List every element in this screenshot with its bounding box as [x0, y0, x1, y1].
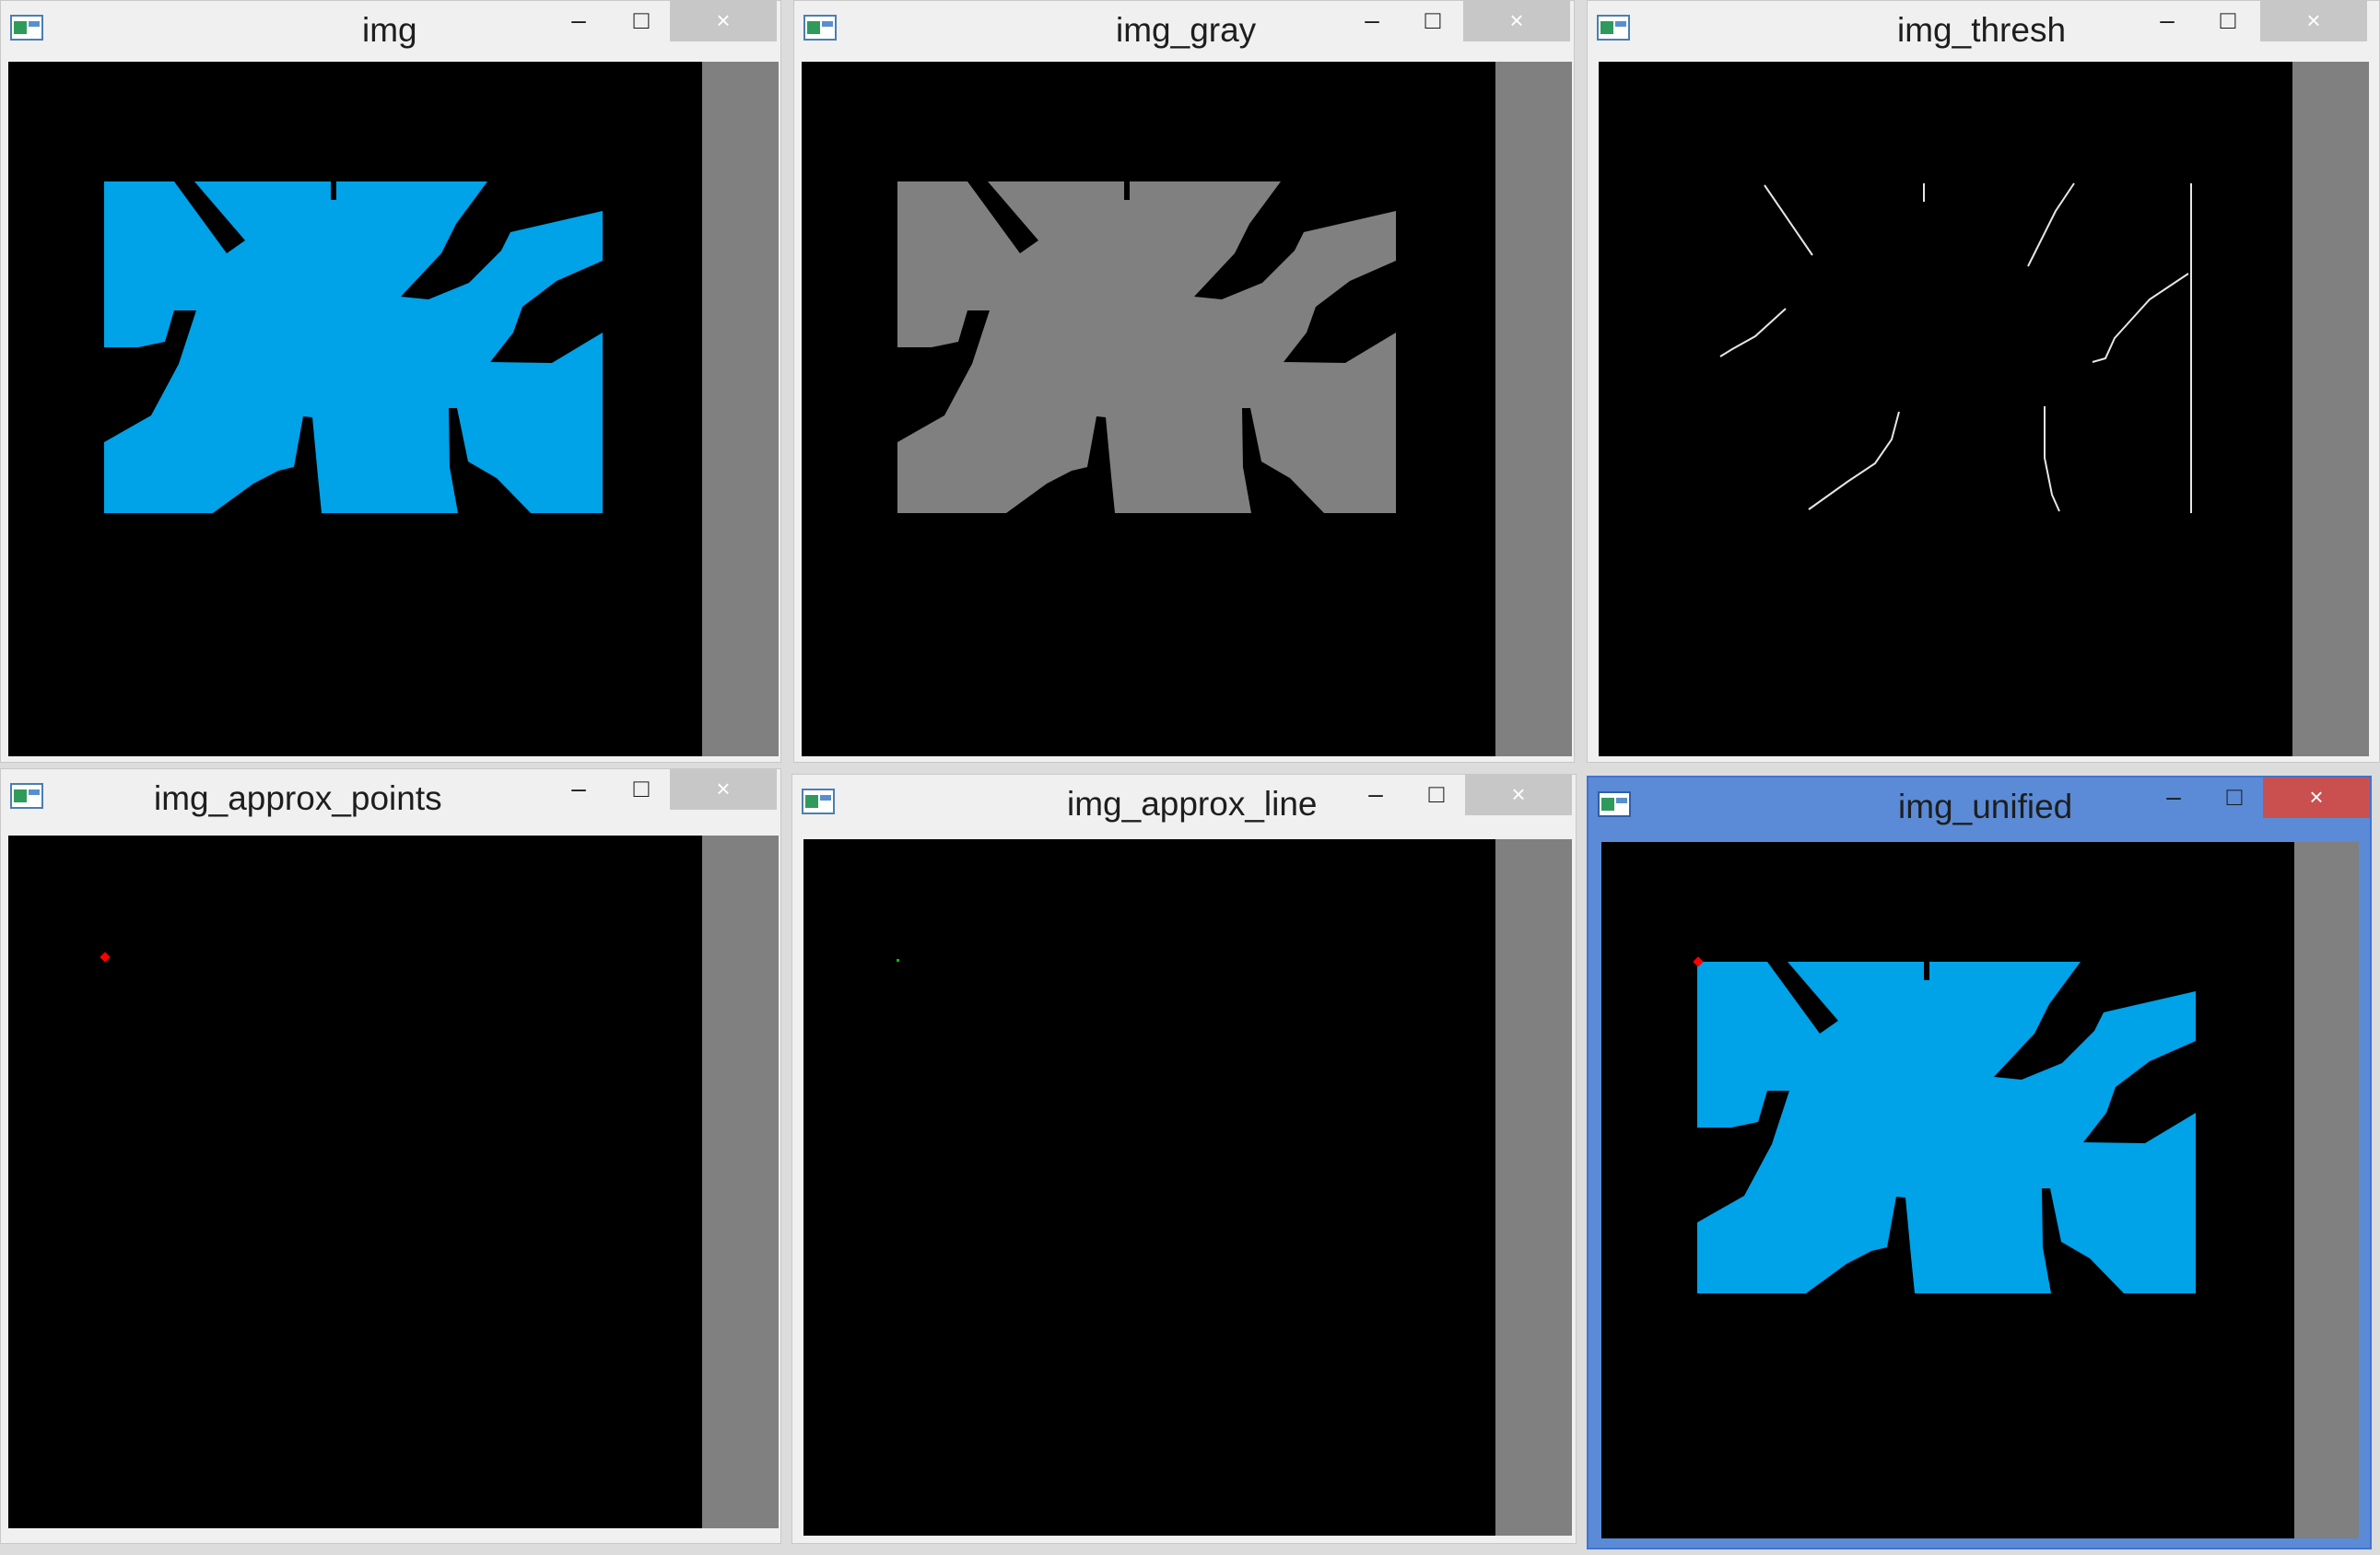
edge-diagonal-left	[1764, 184, 1813, 256]
titlebar[interactable]: img_approx_line – □ ×	[792, 775, 1576, 834]
image-viewport	[1601, 842, 2359, 1538]
edge-upper-curve	[2027, 182, 2075, 267]
window-title: img	[362, 11, 417, 49]
image-viewport	[1599, 62, 2369, 756]
image-canvas	[8, 62, 701, 756]
window-title: img_thresh	[1897, 11, 2067, 49]
scroll-gutter	[702, 836, 779, 1528]
image-canvas	[1599, 62, 2292, 756]
image-viewport	[8, 62, 779, 756]
app-window-icon	[1597, 15, 1630, 41]
approx-point-red	[100, 952, 111, 963]
minimize-button[interactable]: –	[1349, 775, 1402, 815]
close-button[interactable]: ×	[2260, 1, 2367, 41]
minimize-button[interactable]: –	[2140, 1, 2194, 41]
edge-bottom-right-curve	[2044, 406, 2060, 512]
app-window-icon	[803, 15, 837, 41]
shape-image	[104, 181, 603, 513]
window-title: img_approx_points	[154, 779, 442, 817]
scroll-gutter	[702, 62, 779, 756]
close-button[interactable]: ×	[670, 769, 777, 810]
window-img[interactable]: img – □ ×	[0, 0, 781, 763]
window-title: img_gray	[1116, 11, 1257, 49]
maximize-button[interactable]: □	[1410, 775, 1463, 815]
close-button[interactable]: ×	[1465, 775, 1572, 815]
edge-image	[1719, 182, 2192, 513]
scroll-gutter	[2294, 842, 2359, 1538]
window-title: img_unified	[1898, 788, 2073, 825]
image-viewport	[8, 836, 779, 1528]
window-img-approx-points[interactable]: img_approx_points – □ ×	[0, 768, 781, 1544]
window-img-thresh[interactable]: img_thresh – □ ×	[1587, 0, 2380, 763]
titlebar[interactable]: img_approx_points – □ ×	[1, 769, 780, 828]
scroll-gutter	[1495, 839, 1572, 1536]
titlebar[interactable]: img_gray – □ ×	[794, 1, 1574, 60]
image-canvas	[1601, 842, 2294, 1538]
close-button[interactable]: ×	[1463, 1, 1570, 41]
approx-point-green	[897, 959, 899, 962]
image-canvas	[8, 836, 701, 1528]
app-window-icon	[10, 783, 43, 809]
unified-image	[1693, 956, 2196, 1293]
gray-shape	[897, 181, 1396, 513]
window-img-gray[interactable]: img_gray – □ ×	[793, 0, 1575, 763]
blue-shape	[1697, 962, 2196, 1293]
shape-image	[897, 181, 1396, 513]
edge-left-curve	[1719, 308, 1787, 357]
minimize-button[interactable]: –	[552, 769, 605, 810]
app-window-icon	[1598, 791, 1631, 817]
window-img-unified[interactable]: img_unified – □ ×	[1587, 776, 2372, 1549]
maximize-button[interactable]: □	[615, 769, 668, 810]
scroll-gutter	[1495, 62, 1572, 756]
minimize-button[interactable]: –	[2147, 778, 2200, 818]
points-image	[100, 952, 111, 963]
window-img-approx-line[interactable]: img_approx_line – □ ×	[791, 774, 1577, 1544]
minimize-button[interactable]: –	[1345, 1, 1399, 41]
line-image	[897, 959, 899, 962]
maximize-button[interactable]: □	[2208, 778, 2261, 818]
maximize-button[interactable]: □	[615, 1, 668, 41]
close-button[interactable]: ×	[2263, 778, 2370, 818]
image-canvas	[802, 62, 1495, 756]
close-button[interactable]: ×	[670, 1, 777, 41]
edge-lines	[1719, 182, 2192, 513]
image-canvas	[803, 839, 1496, 1536]
scroll-gutter	[2292, 62, 2369, 756]
edge-bottom-left-curve	[1808, 411, 1900, 510]
image-viewport	[803, 839, 1572, 1536]
titlebar[interactable]: img_thresh – □ ×	[1588, 1, 2379, 60]
app-window-icon	[802, 789, 835, 814]
edge-right-curve	[2092, 273, 2189, 363]
maximize-button[interactable]: □	[1406, 1, 1460, 41]
image-viewport	[802, 62, 1572, 756]
blue-shape	[104, 181, 603, 513]
titlebar[interactable]: img_unified – □ ×	[1589, 778, 2370, 836]
titlebar[interactable]: img – □ ×	[1, 1, 780, 60]
maximize-button[interactable]: □	[2201, 1, 2255, 41]
window-title: img_approx_line	[1067, 785, 1318, 823]
minimize-button[interactable]: –	[552, 1, 605, 41]
app-window-icon	[10, 15, 43, 41]
